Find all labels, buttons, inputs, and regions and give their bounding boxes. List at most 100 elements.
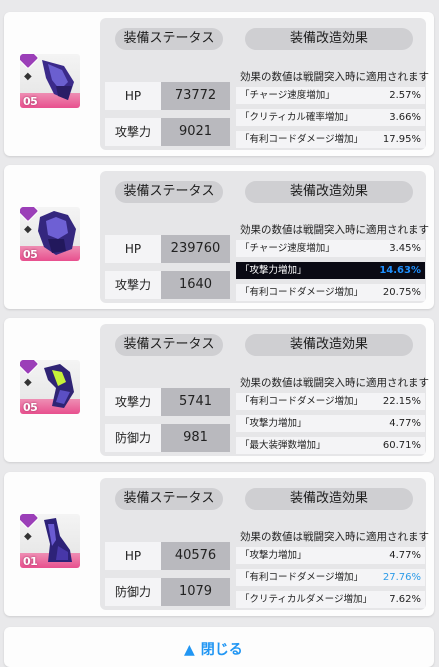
effect-row: 「クリティカル確率増加」 3.66%	[236, 109, 425, 126]
stat-label: 攻撃力	[105, 271, 161, 299]
effect-row: 「最大装弾数増加」 60.71%	[236, 437, 425, 454]
effect-row: 「クリティカルダメージ増加」 7.62%	[236, 591, 425, 608]
effect-header: 装備改造効果	[245, 181, 413, 203]
effect-name: 「有利コードダメージ増加」	[240, 287, 364, 298]
status-header: 装備ステータス	[115, 334, 223, 356]
effect-value: 20.75%	[382, 287, 421, 298]
stat-value: 239760	[161, 235, 230, 263]
gear-arm-icon	[42, 60, 74, 100]
effect-value: 22.15%	[382, 396, 421, 407]
effect-value: 3.66%	[389, 112, 421, 123]
diamond-icon: ◆	[24, 377, 32, 388]
stats-panel: 装備ステータス 装備改造効果 HP 40576 防御力 1079 効果の数値は戦…	[100, 478, 429, 610]
equipment-card: ◆ 05 装備ステータス 装備改造効果 攻撃力 5741 防御力 981 効果の…	[4, 318, 434, 462]
status-header: 装備ステータス	[115, 28, 223, 50]
close-button[interactable]: ▲ 閉じる	[184, 639, 243, 659]
effect-name: 「チャージ速度増加」	[240, 90, 335, 101]
effect-row-highlighted: 「攻撃力増加」 14.63%	[236, 262, 425, 279]
effect-name: 「有利コードダメージ増加」	[240, 572, 364, 583]
effect-value: 14.63%	[379, 265, 421, 276]
stat-row: HP 73772	[105, 82, 230, 110]
effect-value: 4.77%	[389, 418, 421, 429]
effect-note: 効果の数値は戦闘突入時に適用されます	[240, 531, 429, 543]
stat-row: HP 239760	[105, 235, 230, 263]
effect-row: 「攻撃力増加」 4.77%	[236, 415, 425, 432]
diamond-icon: ◆	[24, 224, 32, 235]
effect-header: 装備改造効果	[245, 488, 413, 510]
effect-row: 「有利コードダメージ増加」 17.95%	[236, 131, 425, 148]
effect-note: 効果の数値は戦闘突入時に適用されます	[240, 224, 429, 236]
effect-name: 「最大装弾数増加」	[240, 440, 326, 451]
effect-name: 「クリティカル確率増加」	[240, 112, 354, 123]
equipment-details-page: ◆ 05 装備ステータス 装備改造効果 HP 73772 攻撃力 9021 効果…	[0, 0, 439, 667]
stats-panel: 装備ステータス 装備改造効果 HP 73772 攻撃力 9021 効果の数値は戦…	[100, 18, 429, 150]
equipment-thumbnail[interactable]: ◆ 05	[20, 360, 80, 414]
stat-value: 1079	[161, 578, 230, 606]
equipment-thumbnail[interactable]: ◆ 05	[20, 207, 80, 261]
stat-value: 73772	[161, 82, 230, 110]
chevron-up-icon: ▲	[184, 642, 195, 658]
effect-row: 「有利コードダメージ増加」 22.15%	[236, 393, 425, 410]
stat-value: 1640	[161, 271, 230, 299]
effect-name: 「有利コードダメージ増加」	[240, 134, 364, 145]
status-header: 装備ステータス	[115, 488, 223, 510]
diamond-icon: ◆	[24, 531, 32, 542]
effect-row: 「攻撃力増加」 4.77%	[236, 547, 425, 564]
gear-torso-icon	[38, 211, 76, 255]
effect-name: 「攻撃力増加」	[240, 550, 307, 561]
stat-value: 9021	[161, 118, 230, 146]
effect-name: 「有利コードダメージ増加」	[240, 396, 364, 407]
effect-value: 2.57%	[389, 90, 421, 101]
effect-name: 「チャージ速度増加」	[240, 243, 335, 254]
stat-row: HP 40576	[105, 542, 230, 570]
equipment-card: ◆ 01 装備ステータス 装備改造効果 HP 40576 防御力 1079 効果…	[4, 472, 434, 616]
equipment-level: 01	[23, 555, 38, 568]
effect-name: 「攻撃力増加」	[240, 418, 307, 429]
stats-panel: 装備ステータス 装備改造効果 HP 239760 攻撃力 1640 効果の数値は…	[100, 171, 429, 303]
effect-row: 「有利コードダメージ増加」 27.76%	[236, 569, 425, 586]
equipment-thumbnail[interactable]: ◆ 01	[20, 514, 80, 568]
equipment-level: 05	[23, 401, 38, 414]
stat-row: 攻撃力 1640	[105, 271, 230, 299]
stats-panel: 装備ステータス 装備改造効果 攻撃力 5741 防御力 981 効果の数値は戦闘…	[100, 324, 429, 456]
status-header: 装備ステータス	[115, 181, 223, 203]
stat-value: 5741	[161, 388, 230, 416]
stat-label: 攻撃力	[105, 388, 161, 416]
effect-row: 「有利コードダメージ増加」 20.75%	[236, 284, 425, 301]
stat-row: 攻撃力 5741	[105, 388, 230, 416]
gear-leg-icon	[44, 364, 74, 408]
effect-value: 60.71%	[382, 440, 421, 451]
effect-value: 3.45%	[389, 243, 421, 254]
stat-value: 40576	[161, 542, 230, 570]
effect-value: 4.77%	[389, 550, 421, 561]
equipment-card: ◆ 05 装備ステータス 装備改造効果 HP 239760 攻撃力 1640 効…	[4, 165, 434, 309]
effect-header: 装備改造効果	[245, 28, 413, 50]
equipment-card: ◆ 05 装備ステータス 装備改造効果 HP 73772 攻撃力 9021 効果…	[4, 12, 434, 156]
stat-label: HP	[105, 82, 161, 110]
stat-row: 攻撃力 9021	[105, 118, 230, 146]
stat-label: HP	[105, 235, 161, 263]
effect-value: 7.62%	[389, 594, 421, 605]
equipment-level: 05	[23, 248, 38, 261]
stat-row: 防御力 1079	[105, 578, 230, 606]
gear-boots-icon	[44, 518, 72, 562]
stat-label: 防御力	[105, 578, 161, 606]
stat-value: 981	[161, 424, 230, 452]
effect-header: 装備改造効果	[245, 334, 413, 356]
effect-name: 「クリティカルダメージ増加」	[240, 594, 372, 605]
equipment-level: 05	[23, 95, 38, 108]
close-bar: ▲ 閉じる	[4, 627, 434, 667]
stat-label: 攻撃力	[105, 118, 161, 146]
stat-label: 防御力	[105, 424, 161, 452]
effect-note: 効果の数値は戦闘突入時に適用されます	[240, 71, 429, 83]
effect-row: 「チャージ速度増加」 2.57%	[236, 87, 425, 104]
stat-label: HP	[105, 542, 161, 570]
stat-row: 防御力 981	[105, 424, 230, 452]
effect-note: 効果の数値は戦闘突入時に適用されます	[240, 377, 429, 389]
diamond-icon: ◆	[24, 71, 32, 82]
equipment-thumbnail[interactable]: ◆ 05	[20, 54, 80, 108]
effect-value: 17.95%	[382, 134, 421, 145]
effect-row: 「チャージ速度増加」 3.45%	[236, 240, 425, 257]
close-label: 閉じる	[200, 642, 243, 658]
effect-name: 「攻撃力増加」	[240, 265, 307, 276]
